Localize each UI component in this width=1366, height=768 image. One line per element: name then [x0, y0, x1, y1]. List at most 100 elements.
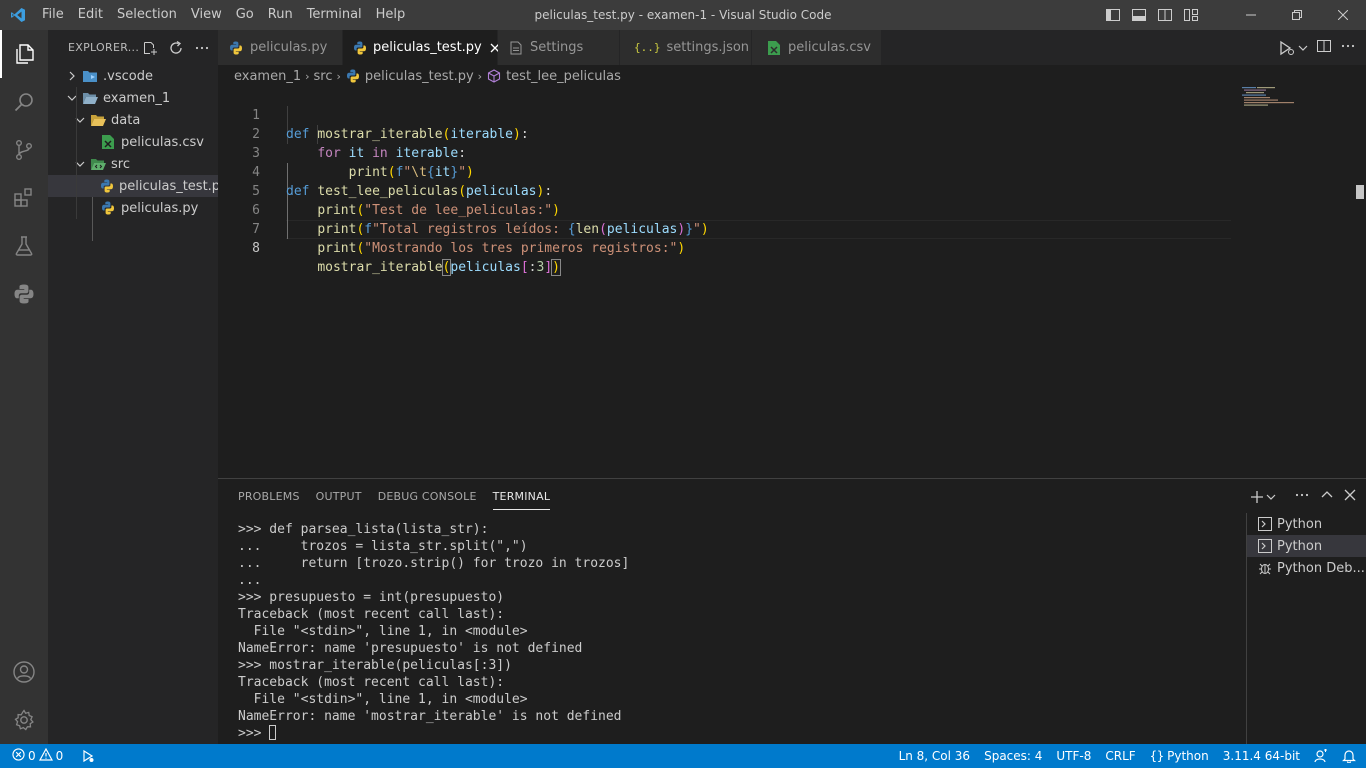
code-line: 5 print("Test de lee_peliculas:")	[218, 163, 1232, 218]
python-icon[interactable]	[0, 270, 48, 318]
tab-settings-json[interactable]: {..} settings.json	[620, 30, 752, 65]
python-interpreter[interactable]: 3.11.4 64-bit	[1216, 744, 1307, 768]
terminal-line: >>> def parsea_lista(lista_str):	[238, 522, 489, 537]
menu-selection[interactable]: Selection	[110, 0, 184, 30]
customize-layout-icon[interactable]	[1178, 0, 1204, 30]
tree-item-peliculas-csv[interactable]: peliculas.csv	[48, 131, 218, 153]
terminal-line: >>> presupuesto = int(presupuesto)	[238, 590, 505, 605]
eol-status[interactable]: CRLF	[1098, 744, 1142, 768]
maximize-panel-icon[interactable]	[1320, 488, 1334, 506]
indent-guide	[92, 197, 93, 241]
tree-item-label: examen_1	[103, 90, 171, 106]
search-icon[interactable]	[0, 78, 48, 126]
manage-gear-icon[interactable]	[0, 696, 48, 744]
python-file-icon	[100, 178, 114, 194]
run-python-file-icon[interactable]	[1278, 40, 1308, 56]
breadcrumb-item[interactable]: examen_1	[234, 69, 301, 84]
breadcrumb-item[interactable]: src	[314, 69, 333, 84]
tab-terminal[interactable]: TERMINAL	[485, 479, 559, 514]
tree-item-vscode[interactable]: .vscode	[48, 65, 218, 87]
minimize-icon[interactable]	[1228, 0, 1274, 30]
symbol-method-icon	[486, 68, 502, 84]
menu-edit[interactable]: Edit	[71, 0, 110, 30]
toggle-primary-sidebar-icon[interactable]	[1100, 0, 1126, 30]
code-line: 8 mostrar_iterable(peliculas[:3])	[218, 220, 1232, 276]
python-file-icon	[228, 40, 244, 56]
explorer-icon[interactable]	[0, 30, 48, 78]
minimap[interactable]	[1240, 87, 1296, 127]
tab-output[interactable]: OUTPUT	[308, 479, 370, 514]
menu-help[interactable]: Help	[369, 0, 413, 30]
problems-status[interactable]: 0 0	[8, 744, 70, 768]
more-actions-icon[interactable]	[1340, 38, 1356, 58]
toggle-secondary-sidebar-icon[interactable]	[1152, 0, 1178, 30]
code-line: 2 for it in iterable:	[218, 106, 1232, 161]
tree-item-label: peliculas.py	[121, 200, 199, 216]
tab-label: peliculas.csv	[788, 40, 871, 55]
tree-item-peliculas-py[interactable]: peliculas.py	[48, 197, 218, 219]
code-editor[interactable]: 1 def mostrar_iterable(iterable): 2 for …	[218, 87, 1366, 478]
menu-go[interactable]: Go	[229, 0, 261, 30]
terminal-prompt-line[interactable]: >>>	[238, 725, 1238, 742]
encoding-status[interactable]: UTF-8	[1049, 744, 1098, 768]
menu-run[interactable]: Run	[261, 0, 300, 30]
terminal-line: ...	[238, 573, 262, 588]
breadcrumb-item[interactable]: test_lee_peliculas	[506, 69, 621, 84]
title-bar: File Edit Selection View Go Run Terminal…	[0, 0, 1366, 30]
close-window-icon[interactable]	[1320, 0, 1366, 30]
status-left: 0 0	[0, 744, 102, 768]
source-control-icon[interactable]	[0, 126, 48, 174]
language-mode[interactable]: {} Python	[1143, 744, 1216, 768]
testing-icon[interactable]	[0, 222, 48, 270]
status-right: Ln 8, Col 36 Spaces: 4 UTF-8 CRLF {} Pyt…	[892, 744, 1366, 768]
explorer-title: EXPLORER...	[68, 41, 140, 54]
tab-peliculas-test-py[interactable]: peliculas_test.py	[343, 30, 500, 65]
feedback-icon[interactable]	[1307, 744, 1335, 768]
terminal-name: Python Deb...	[1277, 560, 1365, 576]
new-terminal-icon[interactable]	[1250, 490, 1276, 504]
warning-count: 0	[55, 749, 64, 763]
status-bar: 0 0 Ln 8, Col 36 Spaces: 4 UTF-8 CRLF {}…	[0, 744, 1366, 768]
terminal-line: NameError: name 'mostrar_iterable' is no…	[238, 709, 622, 724]
tab-problems[interactable]: PROBLEMS	[230, 479, 308, 514]
refresh-icon[interactable]	[166, 38, 186, 58]
debug-launch-icon[interactable]	[74, 744, 102, 768]
menu-terminal[interactable]: Terminal	[300, 0, 369, 30]
tree-item-data[interactable]: data	[48, 109, 218, 131]
indentation-status[interactable]: Spaces: 4	[977, 744, 1049, 768]
tab-peliculas-py[interactable]: peliculas.py	[218, 30, 343, 65]
terminal-line: >>> mostrar_iterable(peliculas[:3])	[238, 658, 512, 673]
overview-ruler-cursor	[1356, 185, 1364, 199]
tree-item-src[interactable]: src	[48, 153, 218, 175]
code-text: print("Mostrando los tres primeros regis…	[317, 241, 686, 256]
settings-file-icon	[508, 40, 524, 56]
more-actions-icon[interactable]	[192, 38, 212, 58]
breadcrumb-item[interactable]: peliculas_test.py	[365, 69, 474, 84]
data-folder-open-icon	[90, 112, 106, 128]
terminal-icon	[1257, 538, 1273, 554]
terminal-instance-python[interactable]: Python	[1247, 513, 1366, 535]
extensions-icon[interactable]	[0, 174, 48, 222]
terminal-instance-python-debug[interactable]: Python Deb...	[1247, 557, 1366, 579]
tree-item-examen1[interactable]: examen_1	[48, 87, 218, 109]
toggle-panel-icon[interactable]	[1126, 0, 1152, 30]
notifications-bell-icon[interactable]	[1335, 744, 1366, 768]
tree-item-peliculas-test-py[interactable]: peliculas_test.py	[48, 175, 228, 197]
terminal-cursor	[269, 725, 277, 740]
account-icon[interactable]	[0, 648, 48, 696]
terminal-output[interactable]: >>> def parsea_lista(lista_str): ... tro…	[238, 521, 1238, 742]
split-editor-icon[interactable]	[1316, 38, 1332, 58]
tab-peliculas-csv[interactable]: peliculas.csv	[752, 30, 882, 65]
close-panel-icon[interactable]	[1344, 489, 1356, 505]
tree-item-label: data	[111, 112, 141, 128]
tab-debug-console[interactable]: DEBUG CONSOLE	[370, 479, 485, 514]
menu-file[interactable]: File	[35, 0, 71, 30]
cursor-position[interactable]: Ln 8, Col 36	[892, 744, 978, 768]
terminal-line: File "<stdin>", line 1, in <module>	[238, 624, 528, 639]
more-actions-icon[interactable]	[1294, 487, 1310, 507]
restore-icon[interactable]	[1274, 0, 1320, 30]
new-file-icon[interactable]	[140, 38, 160, 58]
terminal-instance-python[interactable]: Python	[1247, 535, 1366, 557]
tab-settings[interactable]: Settings	[498, 30, 620, 65]
menu-view[interactable]: View	[184, 0, 229, 30]
